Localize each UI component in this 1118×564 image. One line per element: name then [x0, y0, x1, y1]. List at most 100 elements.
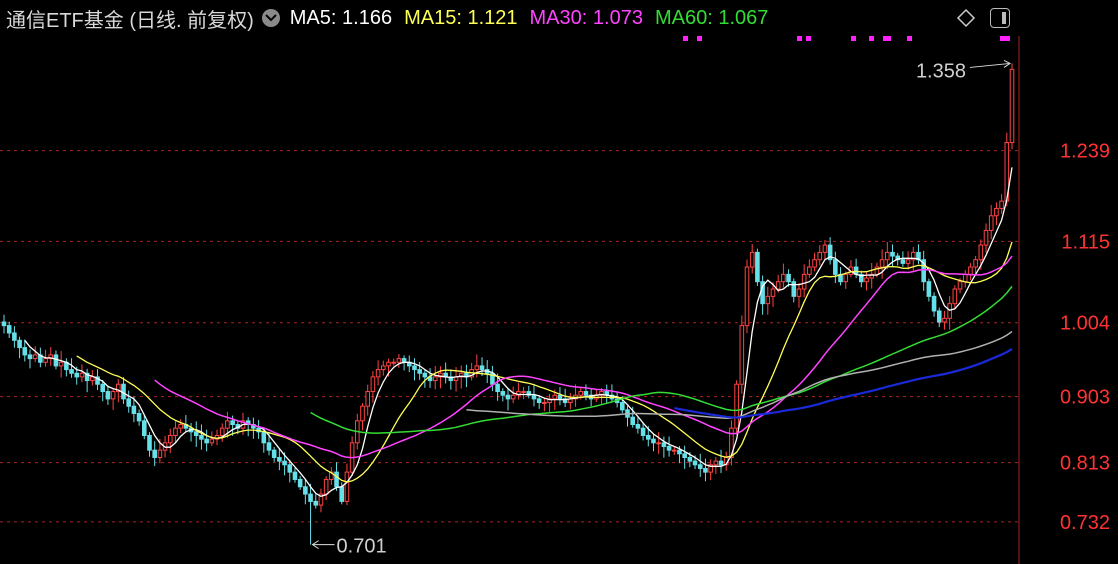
candle-body — [900, 259, 906, 264]
ma60-line — [310, 285, 1013, 434]
candle-body — [765, 295, 771, 305]
candle-body — [697, 464, 703, 469]
candle-body — [417, 369, 422, 374]
candle-body — [277, 456, 282, 462]
candle-body — [53, 354, 59, 367]
candle-body — [344, 471, 350, 502]
candle-body — [677, 449, 682, 455]
candle-body — [225, 420, 230, 429]
moving-average-lines — [24, 167, 1013, 498]
candle-body — [801, 273, 807, 290]
candle-body — [334, 471, 339, 488]
candle-body — [542, 402, 547, 405]
candle-body — [479, 365, 485, 371]
candle-body — [749, 251, 755, 268]
candle-body — [807, 266, 812, 275]
candle-body — [396, 358, 402, 363]
candle-body — [32, 354, 38, 360]
candle-body — [313, 500, 319, 506]
candles-layer — [1, 63, 1015, 545]
candle-body — [22, 347, 28, 356]
candle-body — [69, 369, 74, 374]
candle-body — [635, 424, 641, 429]
candle-body — [474, 365, 480, 371]
candle-body — [744, 266, 750, 327]
candle-body — [775, 281, 781, 290]
candle-body — [786, 273, 791, 283]
grid-lines — [0, 150, 1019, 523]
candle-body — [74, 372, 80, 378]
candle-body — [734, 383, 739, 429]
candle-body — [812, 259, 817, 268]
y-tick-label: 0.732 — [1060, 512, 1110, 534]
candle-body — [266, 442, 272, 451]
candle-body — [167, 434, 173, 444]
candle-body — [100, 383, 106, 393]
ma30-line — [154, 255, 1013, 459]
candle-body — [1, 321, 7, 327]
candle-body — [375, 369, 381, 378]
candle-body — [640, 427, 646, 436]
candle-body — [557, 394, 563, 400]
candle-body — [287, 464, 293, 473]
candle-body — [931, 295, 937, 312]
candle-body — [671, 449, 677, 452]
candle-body — [661, 442, 667, 447]
candle-body — [297, 478, 303, 488]
candle-body — [687, 456, 693, 462]
candle-body — [141, 420, 147, 436]
candle-body — [27, 354, 33, 360]
candle-body — [947, 303, 952, 319]
candle-body — [303, 486, 308, 495]
candle-body — [843, 273, 849, 283]
candle-body — [822, 244, 828, 253]
candle-body — [890, 251, 895, 257]
candle-body — [386, 361, 391, 367]
candle-body — [536, 398, 542, 404]
candle-body — [105, 391, 111, 400]
candle-body — [391, 361, 396, 364]
candle-body — [583, 391, 589, 396]
y-tick-label: 0.903 — [1060, 387, 1110, 409]
candle-body — [833, 259, 838, 275]
candle-body — [510, 394, 516, 400]
ma120-line — [466, 330, 1013, 419]
candle-body — [936, 310, 942, 323]
candle-body — [126, 398, 132, 407]
candle-body — [962, 273, 968, 283]
candle-body — [994, 207, 999, 217]
candle-body — [879, 259, 885, 268]
low-marker-label: 0.701 — [337, 536, 387, 558]
candle-body — [495, 383, 500, 393]
candle-body — [791, 281, 797, 297]
candle-body — [136, 413, 142, 422]
candle-body — [651, 438, 656, 444]
y-tick-label: 1.115 — [1061, 231, 1110, 253]
candle-body — [365, 391, 371, 407]
candlestick-chart: 1.239 1.115 1.004 0.903 0.813 0.732 1.358 0.7… — [0, 36, 1110, 564]
candle-body — [370, 376, 376, 393]
candle-body — [173, 427, 178, 436]
candle-body — [282, 460, 287, 466]
candle-body — [905, 259, 911, 264]
candle-body — [204, 438, 209, 444]
candle-body — [219, 427, 225, 436]
signal-marker — [806, 36, 811, 41]
candle-body — [656, 442, 661, 445]
candle-body — [521, 391, 526, 394]
candle-body — [718, 460, 724, 466]
candle-body — [531, 394, 537, 400]
y-axis-labels: 1.239 1.115 1.004 0.903 0.813 0.732 — [1060, 141, 1110, 534]
candle-body — [110, 391, 116, 400]
candle-body — [209, 438, 215, 444]
candle-body — [999, 200, 1004, 209]
ma5-line — [24, 167, 1013, 498]
signal-marker — [851, 36, 856, 41]
candle-body — [957, 281, 963, 290]
candle-body — [292, 471, 298, 480]
y-tick-label: 0.813 — [1060, 453, 1110, 475]
candle-body — [983, 229, 989, 246]
candle-body — [1009, 68, 1015, 144]
candle-body — [58, 361, 64, 367]
candle-body — [666, 445, 672, 451]
